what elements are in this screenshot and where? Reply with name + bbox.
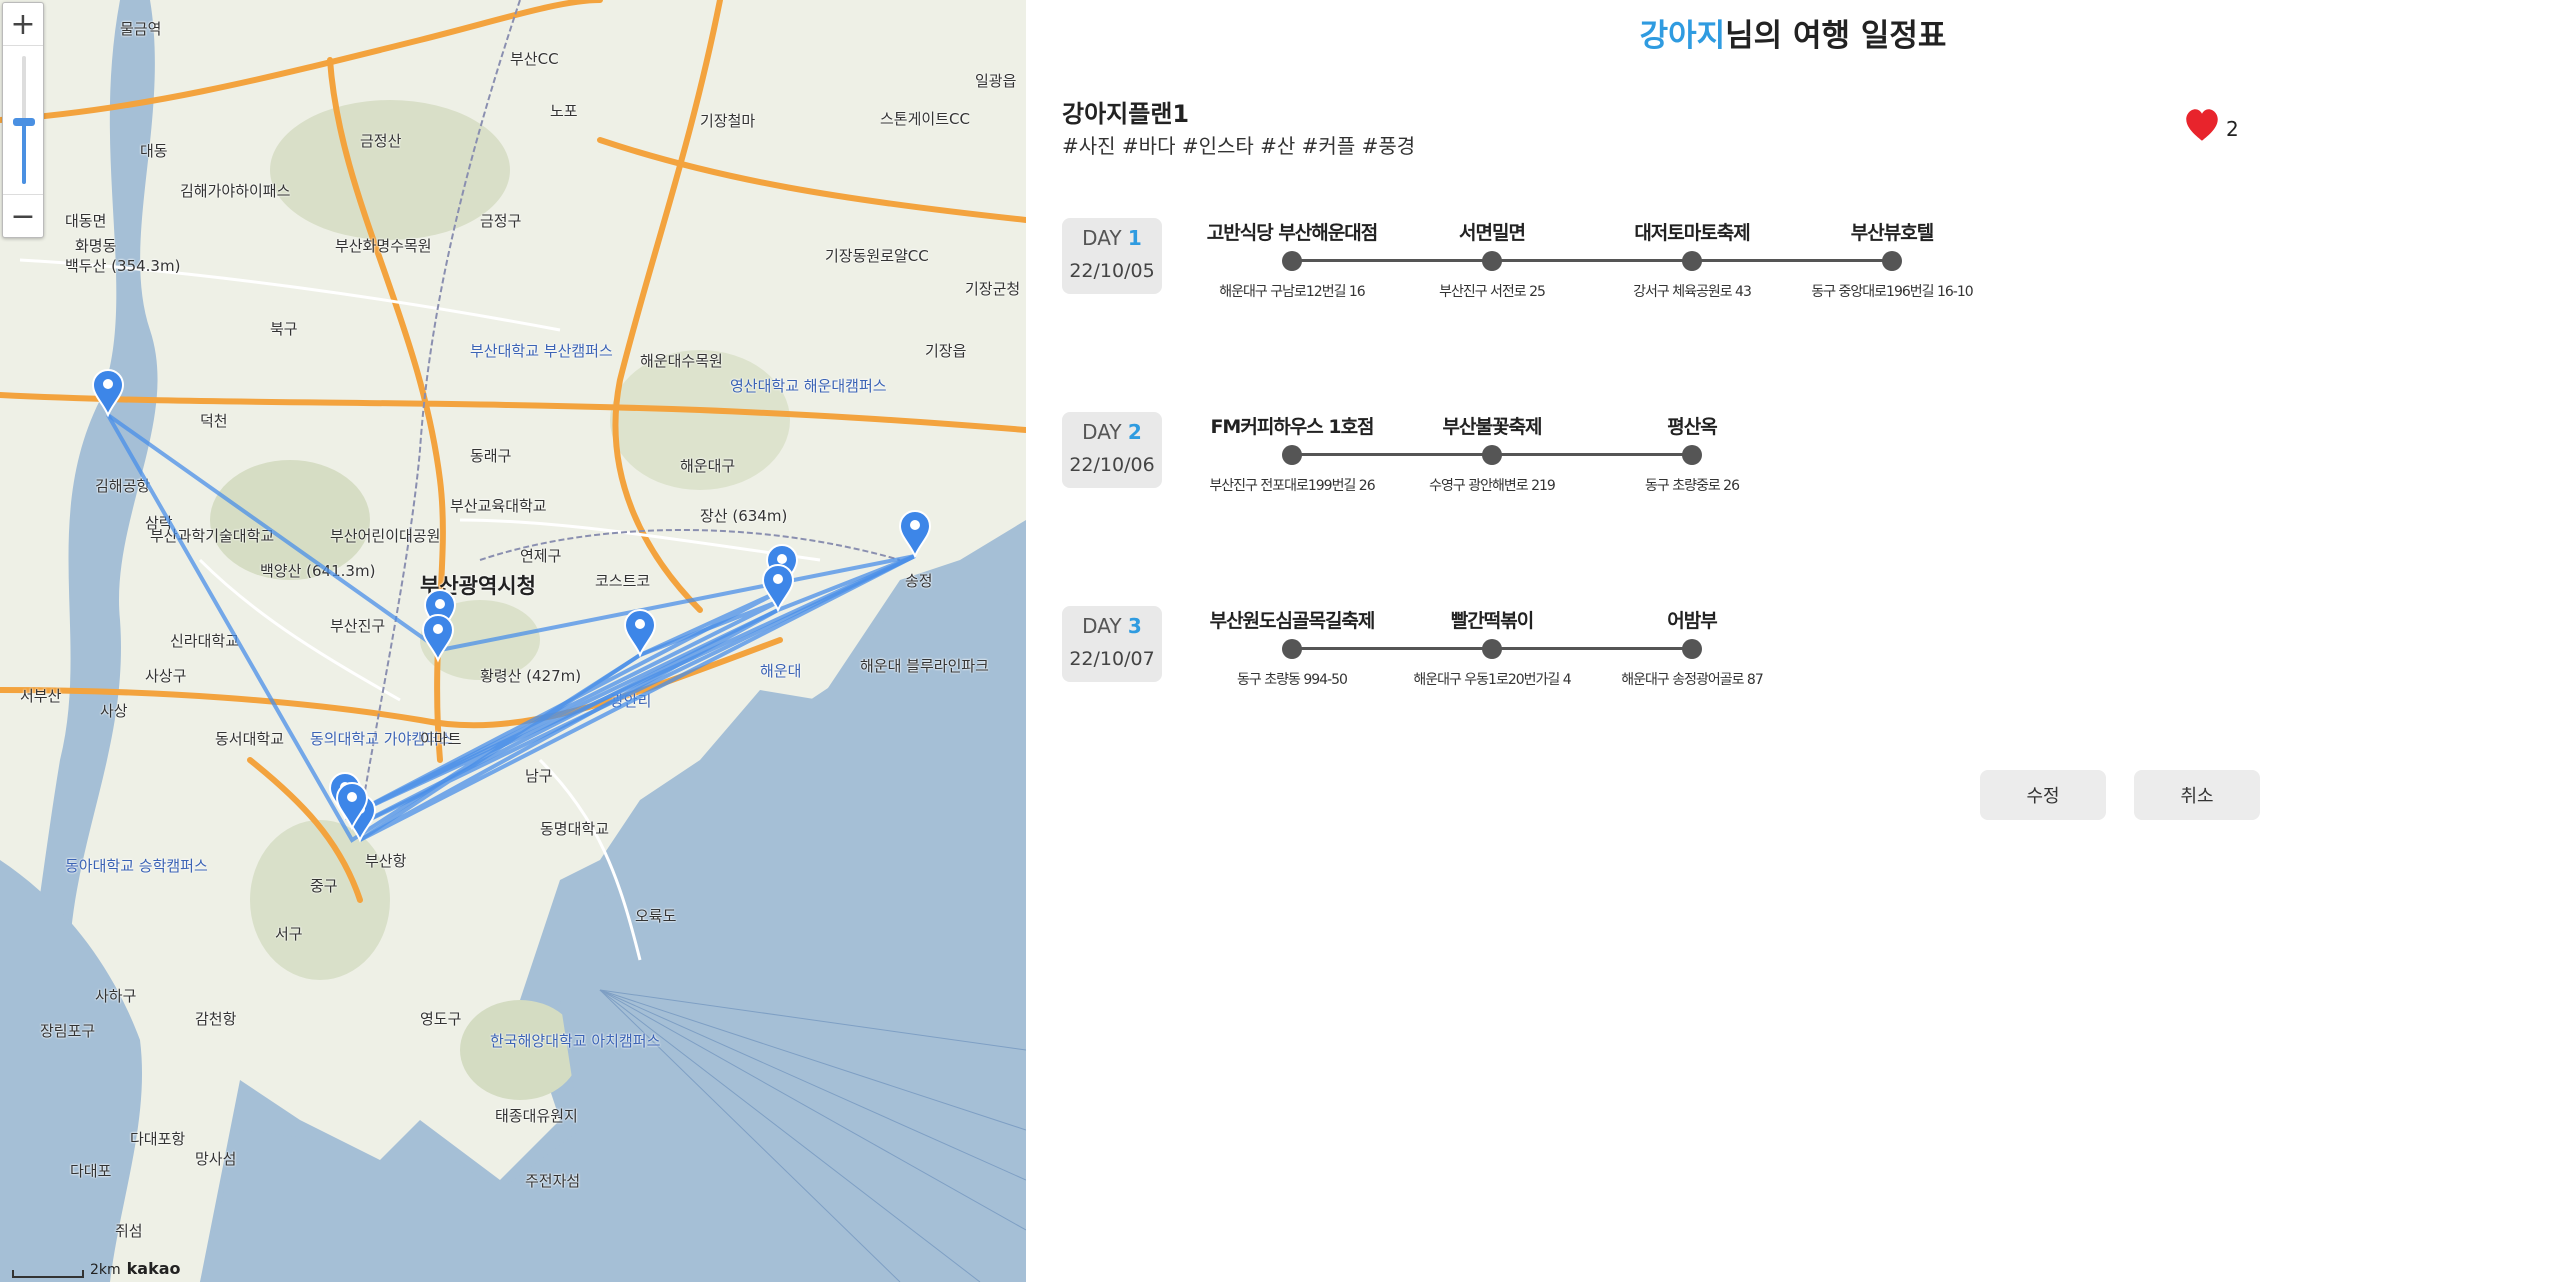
day-number: 1 <box>1127 226 1142 250</box>
day-label: DAY 2 <box>1062 420 1162 444</box>
stop-dot-icon[interactable] <box>1682 639 1702 659</box>
zoom-out-button[interactable]: − <box>3 195 43 237</box>
stop-dot-icon[interactable] <box>1482 445 1502 465</box>
stop-address: 동구 초량중로 26 <box>1645 478 1740 494</box>
page-title: 강아지님의 여행 일정표 <box>1026 10 2560 55</box>
plan-name: 강아지플랜1 <box>1062 100 1190 128</box>
timeline-stop[interactable]: 평산옥동구 초량중로 26 <box>1572 412 1812 495</box>
map-marker-icon[interactable] <box>761 564 795 613</box>
map-provider-logo: kakao <box>126 1259 181 1278</box>
zoom-in-button[interactable]: + <box>3 3 43 45</box>
route-overlay <box>91 369 932 843</box>
day-number: 3 <box>1127 614 1142 638</box>
stop-name: 평산옥 <box>1667 416 1717 438</box>
day-label-prefix: DAY <box>1082 614 1128 638</box>
heart-icon[interactable] <box>2184 108 2220 142</box>
stop-dot-icon[interactable] <box>1882 251 1902 271</box>
day-number: 2 <box>1127 420 1142 444</box>
stop-dot-icon[interactable] <box>1282 639 1302 659</box>
like-button[interactable]: 2 <box>2184 108 2239 142</box>
day-date: 22/10/06 <box>1069 454 1155 476</box>
zoom-slider-handle[interactable] <box>13 118 35 126</box>
map-scale: 2km kakao <box>12 1259 181 1278</box>
map-marker-icon[interactable] <box>898 510 932 559</box>
day-row: DAY 2 22/10/06 FM커피하우스 1호점 부산진구 전포대로199번길 2… <box>1062 412 2462 495</box>
route-map[interactable]: 물금역 대동 부산CC 노포 금정산 기장철마 스톤게이트CC 일광읍 김해가야하이패스 대동면 화… <box>0 0 1026 1282</box>
scale-bar <box>12 1270 84 1278</box>
stop-name: 부산뷰호텔 <box>1850 222 1934 244</box>
stop-address: 동구 중앙대로196번길 16-10 <box>1811 284 1973 300</box>
cancel-button[interactable]: 취소 <box>2134 770 2260 820</box>
day-badge[interactable]: DAY 2 22/10/06 <box>1062 412 1162 488</box>
day-badge[interactable]: DAY 1 22/10/05 <box>1062 218 1162 294</box>
day-label-prefix: DAY <box>1082 226 1128 250</box>
day-row: DAY 1 22/10/05 고반식당 부산해운대점 해운대구 구남로12번길 16 서… <box>1062 218 2462 301</box>
stop-dot-icon[interactable] <box>1282 251 1302 271</box>
itinerary-panel: 강아지님의 여행 일정표 강아지플랜1 #사진 #바다 #인스타 #산 #커플 … <box>1026 0 2560 1282</box>
map-marker-icon[interactable] <box>421 614 455 663</box>
day-badge[interactable]: DAY 3 22/10/07 <box>1062 606 1162 682</box>
zoom-slider-fill <box>22 121 26 184</box>
day-label-prefix: DAY <box>1082 420 1128 444</box>
day-label: DAY 3 <box>1062 614 1162 638</box>
route-line <box>106 414 916 843</box>
timeline-stop[interactable]: 어밤부해운대구 송정광어골로 87 <box>1572 606 1812 689</box>
page-title-text: 님의 여행 일정표 <box>1725 18 1947 54</box>
stop-dot-icon[interactable] <box>1282 445 1302 465</box>
stop-address: 해운대구 송정광어골로 87 <box>1621 672 1764 688</box>
zoom-control: + − <box>2 2 44 238</box>
zoom-slider[interactable] <box>3 45 43 195</box>
like-count: 2 <box>2226 117 2239 141</box>
day-row: DAY 3 22/10/07 부산원도심골목길축제 동구 초량동 994-50 빨간떡볶… <box>1062 606 2462 689</box>
day-date: 22/10/07 <box>1069 648 1155 670</box>
page-title-username: 강아지 <box>1639 18 1726 54</box>
stop-dot-icon[interactable] <box>1682 445 1702 465</box>
stop-dot-icon[interactable] <box>1482 251 1502 271</box>
map-marker-icon[interactable] <box>91 369 125 418</box>
stop-dot-icon[interactable] <box>1682 251 1702 271</box>
day-label: DAY 1 <box>1062 226 1162 250</box>
edit-button[interactable]: 수정 <box>1980 770 2106 820</box>
day-date: 22/10/05 <box>1069 260 1155 282</box>
stop-name: 어밤부 <box>1667 610 1717 632</box>
scale-text: 2km <box>90 1262 121 1278</box>
timeline-stop[interactable]: 부산뷰호텔동구 중앙대로196번길 16-10 <box>1772 218 2012 301</box>
plan-tags: #사진 #바다 #인스타 #산 #커플 #풍경 <box>1062 134 1416 158</box>
stop-dot-icon[interactable] <box>1482 639 1502 659</box>
